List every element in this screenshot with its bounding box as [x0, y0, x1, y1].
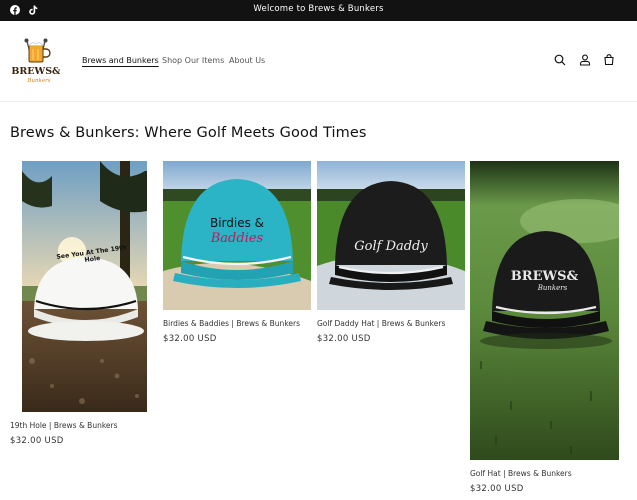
product-image-golf-daddy[interactable]: Golf Daddy — [317, 161, 465, 310]
svg-text:BREWS&: BREWS& — [12, 66, 60, 77]
site-header: BREWS& Bunkers Brews and Bunkers Shop Ou… — [0, 21, 637, 102]
nav-about-us[interactable]: About Us — [229, 56, 265, 65]
account-icon[interactable] — [578, 53, 592, 67]
collection-title: Brews & Bunkers: Where Golf Meets Good T… — [10, 125, 367, 141]
hat-print-bunkers: Bunkers — [537, 284, 568, 292]
nav-shop-our-items[interactable]: Shop Our Items — [162, 56, 224, 65]
product-price-golf-hat: $32.00 USD — [470, 484, 524, 494]
cart-icon[interactable] — [602, 53, 616, 67]
product-image-golf-hat[interactable]: BREWS& Bunkers — [470, 161, 619, 460]
product-name-19th-hole[interactable]: 19th Hole | Brews & Bunkers — [10, 421, 118, 430]
hat-print-baddies: Baddies — [210, 231, 264, 246]
product-price-birdies-baddies: $32.00 USD — [163, 334, 217, 344]
search-icon[interactable] — [553, 53, 567, 67]
hat-print-brews: BREWS& — [510, 269, 579, 284]
product-image-19th-hole[interactable]: See You At The 19th Hole — [22, 161, 147, 412]
product-name-golf-daddy[interactable]: Golf Daddy Hat | Brews & Bunkers — [317, 319, 445, 328]
product-name-birdies-baddies[interactable]: Birdies & Baddies | Brews & Bunkers — [163, 319, 300, 328]
nav-brews-and-bunkers[interactable]: Brews and Bunkers — [82, 56, 159, 65]
product-price-golf-daddy: $32.00 USD — [317, 334, 371, 344]
product-name-golf-hat[interactable]: Golf Hat | Brews & Bunkers — [470, 469, 572, 478]
svg-text:Bunkers: Bunkers — [26, 78, 50, 84]
announcement-text: Welcome to Brews & Bunkers — [253, 4, 384, 14]
hat-print-birdies: Birdies & — [209, 216, 265, 230]
hat-print-golf-daddy: Golf Daddy — [354, 239, 428, 254]
announcement-bar: Welcome to Brews & Bunkers — [0, 0, 637, 21]
brand-logo[interactable]: BREWS& Bunkers — [11, 37, 61, 87]
product-price-19th-hole: $32.00 USD — [10, 436, 64, 446]
product-image-birdies-baddies[interactable]: Birdies & Baddies — [163, 161, 311, 310]
